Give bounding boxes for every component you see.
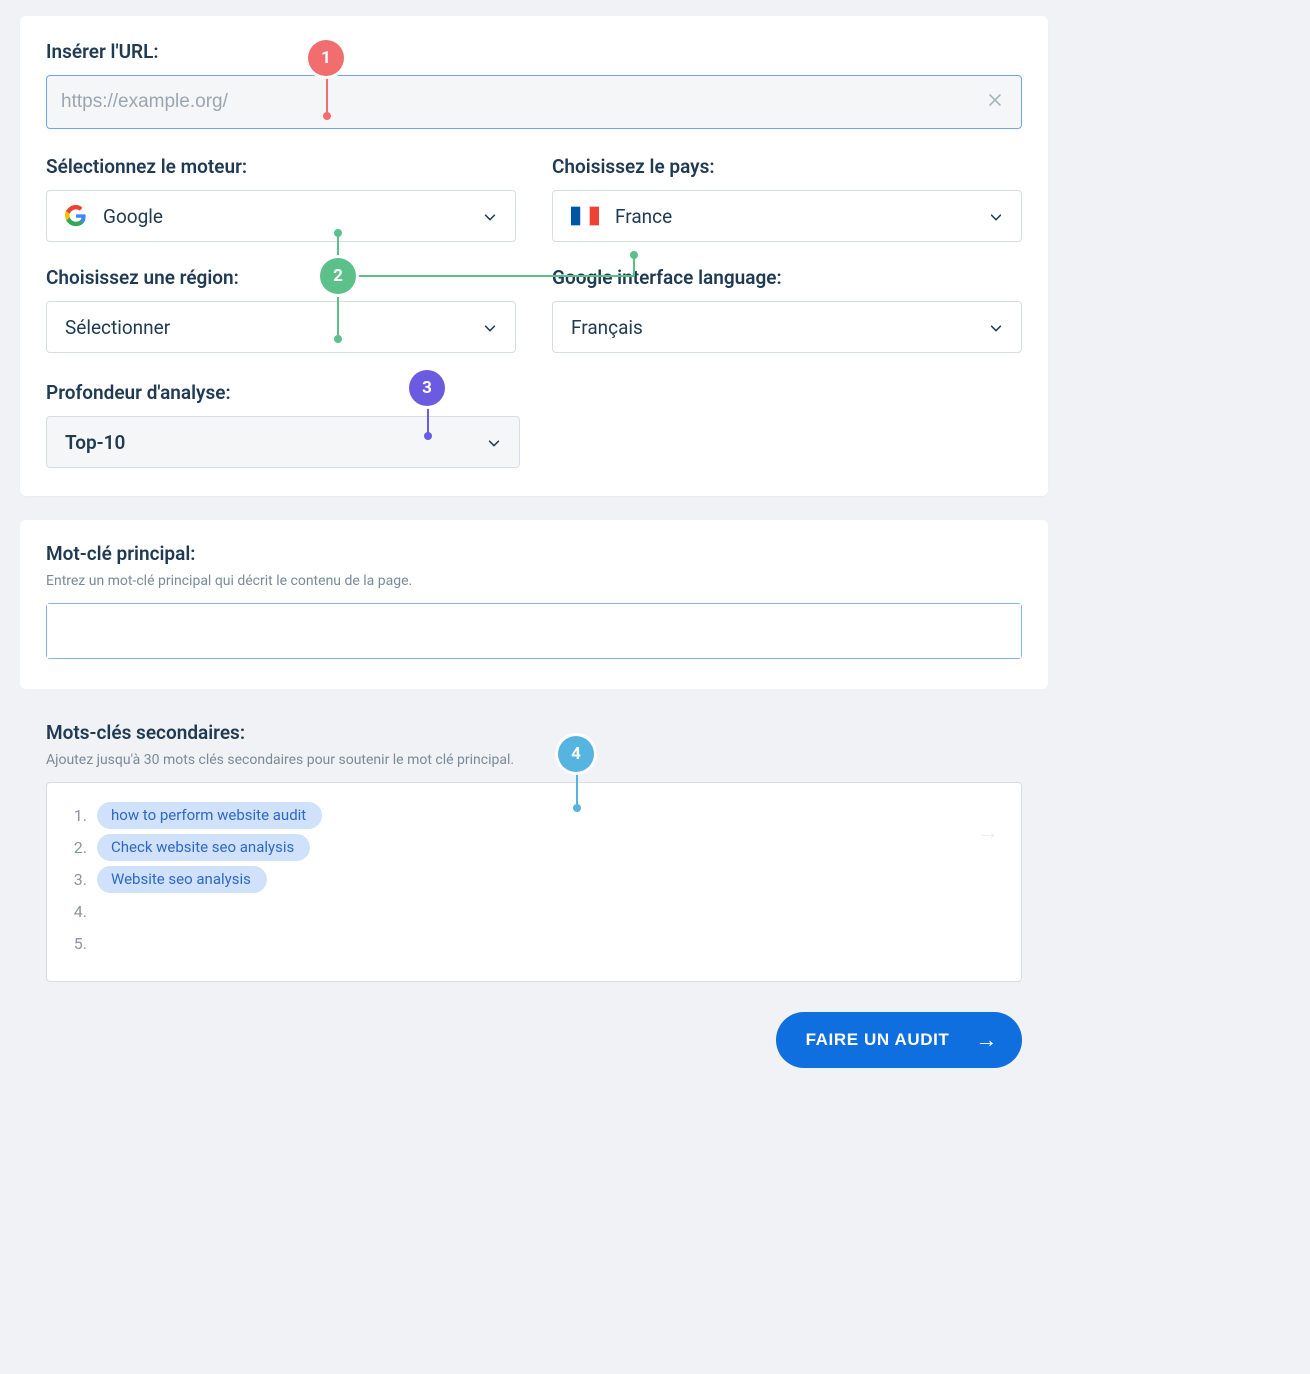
keyword-row-3: 3. Website seo analysis xyxy=(69,863,999,895)
engine-select[interactable]: Google xyxy=(46,190,516,242)
keyword-row-2: 2. Check website seo analysis xyxy=(69,831,999,863)
primary-hint: Entrez un mot-clé principal qui décrit l… xyxy=(46,573,1022,589)
run-audit-button[interactable]: FAIRE UN AUDIT → xyxy=(776,1012,1022,1068)
primary-input[interactable] xyxy=(47,604,1021,658)
chevron-down-icon xyxy=(483,320,497,334)
url-input[interactable] xyxy=(61,76,983,128)
clear-icon[interactable] xyxy=(983,88,1007,117)
page-root: 1 2 3 4 Insérer l'URL: xyxy=(0,0,1068,1098)
chevron-down-icon xyxy=(989,209,1003,223)
keyword-tag[interactable]: how to perform website audit xyxy=(97,802,322,829)
primary-input-wrap[interactable] xyxy=(46,603,1022,659)
annotation-marker-1: 1 xyxy=(308,40,344,76)
keyword-row-1: 1. how to perform website audit xyxy=(69,799,999,831)
keyword-num: 4. xyxy=(69,902,87,921)
depth-label: Profondeur d'analyse: xyxy=(46,381,520,404)
keyword-row-5: 5. xyxy=(69,927,999,959)
primary-keyword-card: Mot-clé principal: Entrez un mot-clé pri… xyxy=(20,520,1048,689)
depth-value: Top-10 xyxy=(65,431,487,454)
settings-grid: Sélectionnez le moteur: Google xyxy=(46,155,1022,353)
keyword-num: 3. xyxy=(69,870,87,889)
secondary-keywords-section: Mots-clés secondaires: Ajoutez jusqu'à 3… xyxy=(20,717,1048,1068)
arrow-right-icon: → xyxy=(975,1027,998,1053)
country-label: Choisissez le pays: xyxy=(552,155,1022,178)
engine-value: Google xyxy=(103,205,483,228)
ilang-value: Français xyxy=(571,316,989,339)
depth-select[interactable]: Top-10 xyxy=(46,416,520,468)
url-label: Insérer l'URL: xyxy=(46,40,1022,63)
annotation-marker-2: 2 xyxy=(320,258,356,294)
ilang-label: Google interface language: xyxy=(552,266,1022,289)
country-value: France xyxy=(615,205,989,228)
chevron-down-icon xyxy=(989,320,1003,334)
cta-label: FAIRE UN AUDIT xyxy=(806,1030,950,1050)
secondary-hint: Ajoutez jusqu'à 30 mots clés secondaires… xyxy=(46,752,1022,768)
arrow-right-icon: → xyxy=(977,819,999,845)
keyword-num: 1. xyxy=(69,806,87,825)
settings-card: Insérer l'URL: Sélectionnez le moteur: xyxy=(20,16,1048,496)
ilang-select[interactable]: Français xyxy=(552,301,1022,353)
keyword-row-4: 4. xyxy=(69,895,999,927)
region-value: Sélectionner xyxy=(65,316,483,339)
primary-label: Mot-clé principal: xyxy=(46,542,1022,565)
engine-label: Sélectionnez le moteur: xyxy=(46,155,516,178)
chevron-down-icon xyxy=(483,209,497,223)
google-icon xyxy=(65,205,87,227)
region-label: Choisissez une région: xyxy=(46,266,516,289)
chevron-down-icon xyxy=(487,435,501,449)
keyword-num: 5. xyxy=(69,934,87,953)
annotation-marker-4: 4 xyxy=(558,736,594,772)
annotation-marker-3: 3 xyxy=(409,370,445,406)
url-input-wrap[interactable] xyxy=(46,75,1022,129)
secondary-label: Mots-clés secondaires: xyxy=(46,721,1022,744)
keyword-num: 2. xyxy=(69,838,87,857)
keyword-tag[interactable]: Website seo analysis xyxy=(97,866,267,893)
keyword-tag[interactable]: Check website seo analysis xyxy=(97,834,310,861)
france-flag-icon xyxy=(571,206,599,226)
region-select[interactable]: Sélectionner xyxy=(46,301,516,353)
secondary-keywords-box[interactable]: 1. how to perform website audit 2. Check… xyxy=(46,782,1022,982)
country-select[interactable]: France xyxy=(552,190,1022,242)
